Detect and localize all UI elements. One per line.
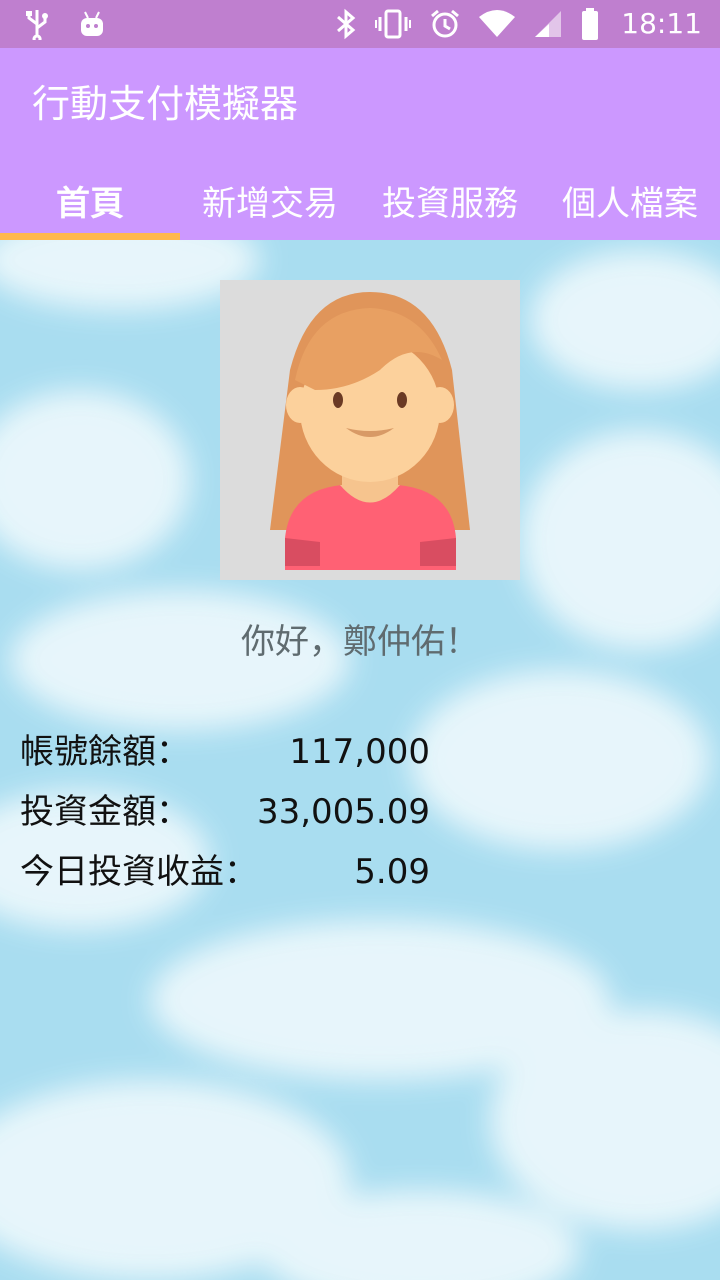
tab-home[interactable]: 首頁: [0, 160, 180, 240]
home-content: 你好，鄭仲佑！ 帳號餘額： 117,000 投資金額： 33,005.09 今日…: [0, 240, 720, 1280]
usb-icon: [22, 8, 52, 40]
tab-profile-label: 個人檔案: [562, 183, 698, 224]
investment-amount-row: 投資金額： 33,005.09: [20, 786, 430, 838]
account-balance-row: 帳號餘額： 117,000: [20, 726, 430, 778]
avatar-illustration: [270, 292, 470, 570]
signal-icon: [533, 9, 563, 39]
battery-icon: [581, 8, 599, 40]
android-debug-icon: [78, 10, 106, 38]
daily-return-label: 今日投資收益：: [20, 852, 258, 892]
investment-amount-value: 33,005.09: [256, 792, 430, 832]
vibrate-icon: [375, 8, 412, 40]
tab-investment-service-label: 投資服務: [382, 183, 518, 224]
daily-return-row: 今日投資收益： 5.09: [20, 846, 430, 898]
account-balance-value: 117,000: [289, 732, 430, 772]
tab-investment-service[interactable]: 投資服務: [360, 160, 540, 240]
bluetooth-icon: [335, 8, 357, 40]
tab-bar: 首頁 新增交易 投資服務 個人檔案: [0, 160, 720, 240]
wifi-icon: [479, 9, 516, 39]
tab-new-transaction-label: 新增交易: [202, 183, 338, 224]
avatar: [220, 280, 520, 580]
account-balance-label: 帳號餘額：: [20, 732, 190, 772]
tab-new-transaction[interactable]: 新增交易: [180, 160, 360, 240]
status-bar: 18:11: [0, 0, 720, 48]
investment-amount-label: 投資金額：: [20, 792, 190, 832]
tab-indicator: [0, 233, 180, 240]
status-time: 18:11: [621, 7, 702, 40]
alarm-icon: [429, 8, 461, 40]
app-bar: 行動支付模擬器 首頁 新增交易 投資服務 個人檔案: [0, 48, 720, 240]
greeting: 你好，鄭仲佑！: [241, 622, 479, 662]
tab-profile[interactable]: 個人檔案: [540, 160, 720, 240]
daily-return-value: 5.09: [354, 852, 430, 892]
app-title: 行動支付模擬器: [32, 82, 299, 126]
tab-home-label: 首頁: [56, 183, 124, 224]
